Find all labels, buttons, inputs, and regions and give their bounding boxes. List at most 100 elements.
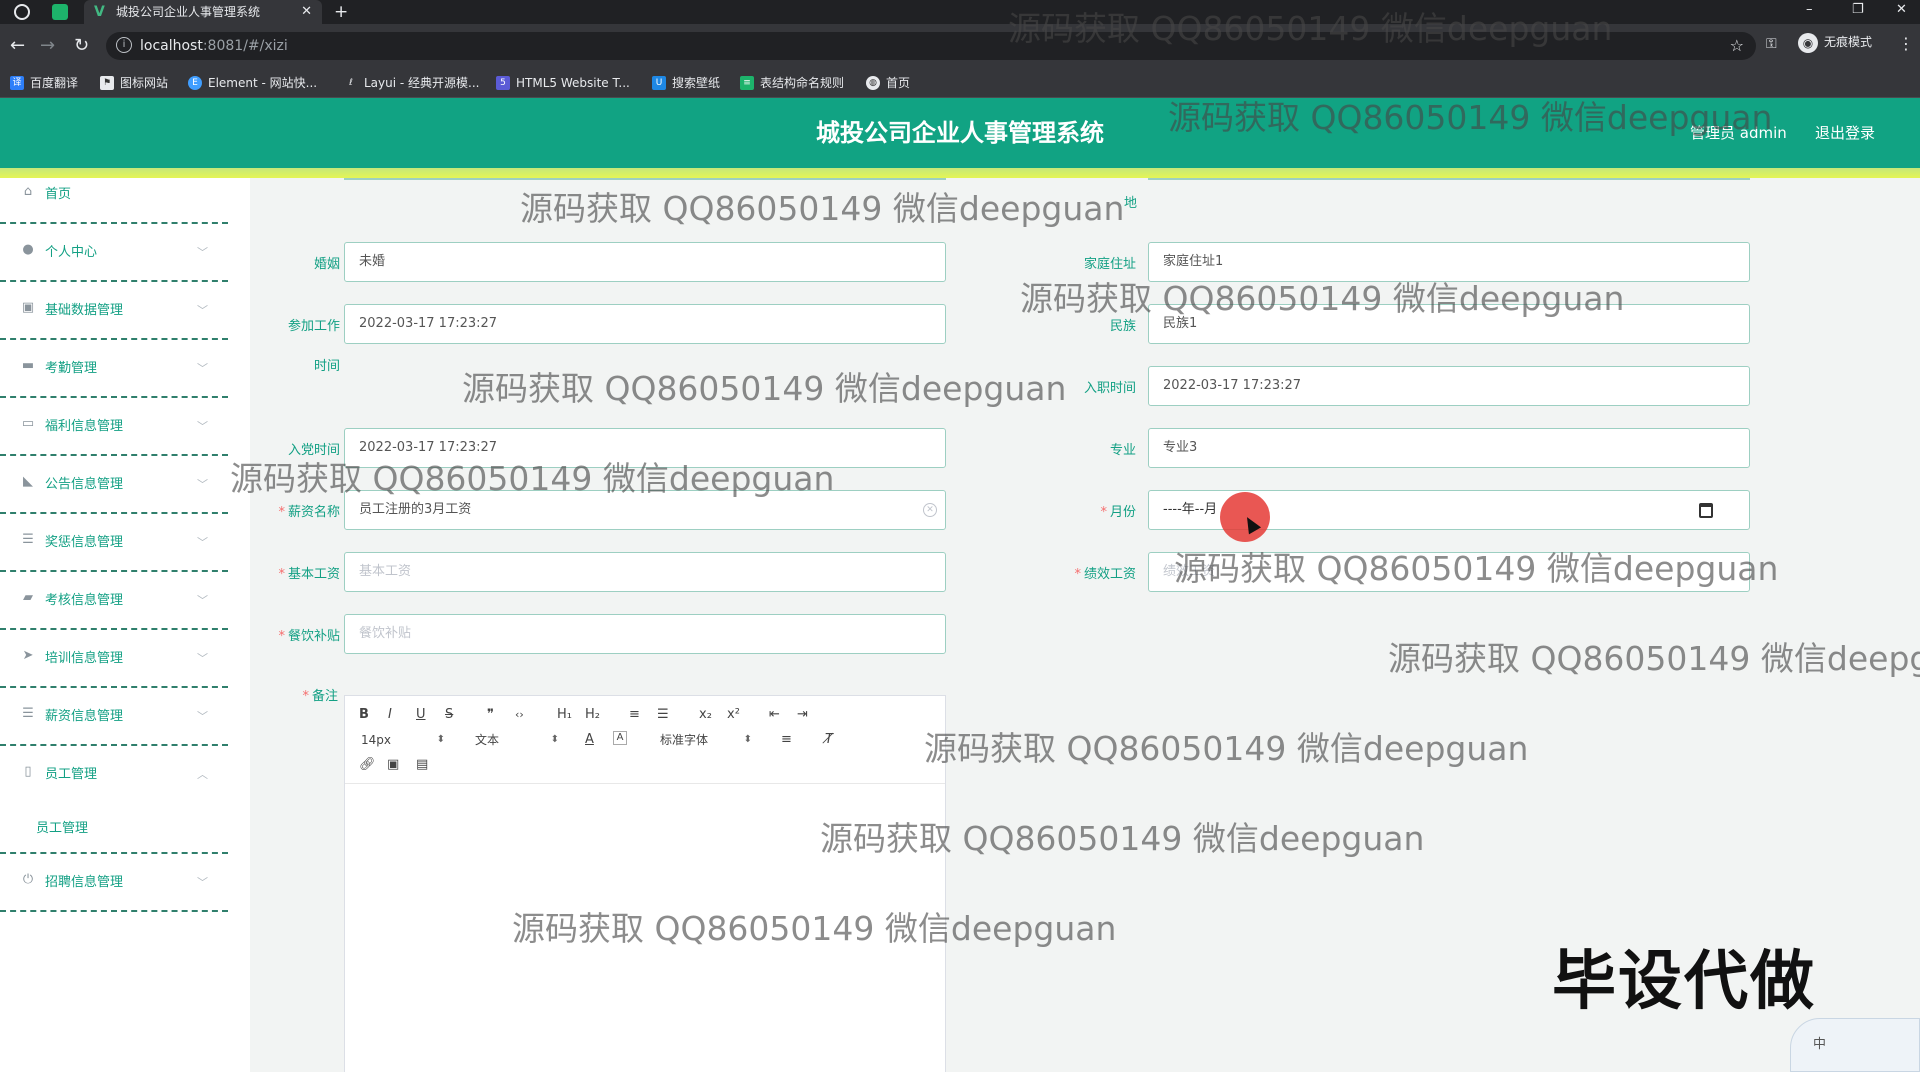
logout-button[interactable]: 退出登录 — [1815, 98, 1875, 168]
select-arrow-icon: ⬍ — [436, 734, 445, 745]
underline-button[interactable]: U — [416, 706, 426, 724]
heading-select[interactable]: 文本 ⬍ — [475, 731, 559, 749]
bookmark-item[interactable]: ⚑ 图标网站 — [100, 68, 168, 98]
url-path: :8081/#/xizi — [202, 38, 288, 54]
italic-button[interactable]: I — [388, 706, 392, 724]
site-info-icon[interactable]: i — [116, 37, 132, 53]
background-color-icon[interactable]: A — [613, 731, 627, 745]
sidebar-item-training[interactable]: ➤ 培训信息管理 ﹀ — [0, 630, 228, 688]
base-salary-input[interactable]: 基本工资 — [344, 552, 946, 592]
ordered-list-button[interactable]: ≡ — [629, 706, 640, 724]
close-window-icon[interactable]: ✕ — [1896, 0, 1907, 20]
link-icon[interactable]: 🔗︎ — [359, 756, 376, 774]
remark-editor[interactable]: B I U S ❞ ‹› H₁ H₂ ≡ ☰ x₂ x² ⇤ ⇥ 14px ⬍ 文… — [344, 695, 946, 1072]
bookmark-item[interactable]: ≡ 表结构命名规则 — [740, 68, 844, 98]
bookmark-star-icon[interactable]: ☆ — [1730, 32, 1744, 60]
recruit-icon: ⏻ — [22, 872, 34, 887]
align-icon[interactable]: ≡ — [781, 731, 792, 749]
salary-icon: ☰ — [22, 706, 34, 721]
key-icon[interactable]: ⚿ — [1766, 36, 1777, 52]
performance-salary-input[interactable]: 绩效工资 — [1148, 552, 1750, 592]
image-icon[interactable]: ▣ — [387, 756, 399, 774]
code-button[interactable]: ‹› — [515, 706, 524, 724]
sidebar-item-welfare[interactable]: ▭ 福利信息管理 ﹀ — [0, 398, 228, 456]
sidebar-item-reward[interactable]: ☰ 奖惩信息管理 ﹀ — [0, 514, 228, 572]
bookmark-item[interactable]: ◍ 首页 — [866, 68, 910, 98]
sidebar-subitem-employee[interactable]: 员工管理 — [0, 804, 228, 854]
sidebar-item-recruit[interactable]: ⏻ 招聘信息管理 ﹀ — [0, 854, 228, 912]
sidebar-item-attendance[interactable]: ▬ 考勤管理 ﹀ — [0, 340, 228, 398]
work-start-field[interactable]: 2022-03-17 17:23:27 — [344, 304, 946, 344]
training-icon: ➤ — [22, 648, 34, 663]
restore-icon[interactable]: ❐ — [1852, 0, 1864, 20]
meal-allowance-input[interactable]: 餐饮补贴 — [344, 614, 946, 654]
clear-icon[interactable]: ✕ — [923, 503, 937, 517]
major-field[interactable]: 专业3 — [1148, 428, 1750, 468]
sidebar-item-label: 公告信息管理 — [45, 477, 124, 492]
bookmark-item[interactable]: E Element - 网站快... — [188, 68, 317, 98]
url-input[interactable]: i localhost:8081/#/xizi ☆ — [106, 32, 1756, 60]
pinned-tab-green-icon[interactable] — [52, 4, 68, 20]
ethnic-field[interactable]: 民族1 — [1148, 304, 1750, 344]
outdent-button[interactable]: ⇤ — [769, 706, 780, 724]
marriage-label: 婚姻 — [313, 257, 340, 272]
chevron-up-icon: ︿ — [197, 768, 208, 781]
home-address-field[interactable]: 家庭住址1 — [1148, 242, 1750, 282]
sidebar-item-salary[interactable]: ☰ 薪资信息管理 ﹀ — [0, 688, 228, 746]
marriage-field[interactable]: 未婚 — [344, 242, 946, 282]
bold-button[interactable]: B — [359, 706, 369, 724]
salary-name-input[interactable]: 员工注册的3月工资 ✕ — [344, 490, 946, 530]
required-mark: * — [278, 505, 285, 520]
incognito-indicator[interactable]: ◉ 无痕模式 — [1798, 32, 1872, 53]
party-date-field[interactable]: 2022-03-17 17:23:27 — [344, 428, 946, 468]
translate-icon: 译 — [10, 75, 24, 90]
sidebar-item-notice[interactable]: ◣ 公告信息管理 ﹀ — [0, 456, 228, 514]
hire-date-field[interactable]: 2022-03-17 17:23:27 — [1148, 366, 1750, 406]
minimize-icon[interactable]: – — [1806, 0, 1813, 20]
back-icon[interactable]: ← — [10, 34, 25, 58]
subscript-button[interactable]: x₂ — [699, 706, 712, 724]
ime-widget[interactable]: 中 — [1790, 1018, 1920, 1072]
sidebar-item-label: 培训信息管理 — [45, 651, 124, 666]
sidebar-item-label: 首页 — [45, 187, 72, 202]
font-size-value: 14px — [361, 733, 391, 747]
bullet-list-button[interactable]: ☰ — [657, 706, 669, 724]
font-family-select[interactable]: 标准字体 ⬍ — [660, 731, 752, 749]
sidebar-item-basic-data[interactable]: ▣ 基础数据管理 ﹀ — [0, 282, 228, 340]
vue-icon: V — [94, 4, 105, 20]
sidebar-subitem-label: 员工管理 — [36, 821, 89, 836]
bookmark-item[interactable]: U 搜索壁纸 — [652, 68, 720, 98]
bookmark-item[interactable]: 译百度翻译 — [10, 68, 78, 98]
bookmark-item[interactable]: 5 HTML5 Website T... — [496, 68, 630, 98]
pinned-tab-icon[interactable] — [14, 4, 30, 20]
tab-close-icon[interactable]: ✕ — [301, 0, 312, 24]
h1-button[interactable]: H₁ — [557, 706, 572, 724]
video-icon[interactable]: ▤ — [416, 756, 428, 774]
new-tab-button[interactable]: + — [334, 0, 348, 24]
admin-label: 管理员 admin — [1690, 124, 1787, 142]
sidebar-item-home[interactable]: ⌂ 首页 — [0, 166, 228, 224]
month-value: ----年--月 — [1163, 502, 1218, 517]
sidebar-item-assessment[interactable]: ▰ 考核信息管理 ﹀ — [0, 572, 228, 630]
active-tab[interactable]: V 城投公司企业人事管理系统 ✕ — [84, 0, 322, 24]
calendar-icon[interactable] — [1699, 503, 1713, 518]
sidebar-item-label: 福利信息管理 — [45, 419, 124, 434]
browser-menu-icon[interactable]: ⋮ — [1898, 34, 1914, 53]
quote-button[interactable]: ❞ — [487, 706, 494, 724]
font-color-icon[interactable]: A — [585, 731, 594, 749]
sidebar-item-personal[interactable]: ● 个人中心 ﹀ — [0, 224, 228, 282]
reload-icon[interactable]: ↻ — [74, 34, 89, 58]
superscript-button[interactable]: x² — [727, 706, 740, 724]
bookmark-item[interactable]: ℓ Layui - 经典开源模... — [344, 68, 479, 98]
h2-button[interactable]: H₂ — [585, 706, 600, 724]
font-size-select[interactable]: 14px ⬍ — [361, 731, 445, 749]
sidebar-item-label: 招聘信息管理 — [45, 875, 124, 890]
sidebar-item-employee[interactable]: ▯ 员工管理 ︿ — [0, 746, 228, 804]
strike-button[interactable]: S — [445, 706, 453, 724]
forward-icon[interactable]: → — [40, 34, 55, 58]
clear-format-icon[interactable]: T̸ — [825, 731, 833, 749]
chevron-down-icon: ﹀ — [197, 536, 208, 549]
indent-button[interactable]: ⇥ — [797, 706, 808, 724]
base-salary-label: * 基本工资 — [250, 563, 340, 582]
incognito-icon: ◉ — [1798, 32, 1818, 53]
